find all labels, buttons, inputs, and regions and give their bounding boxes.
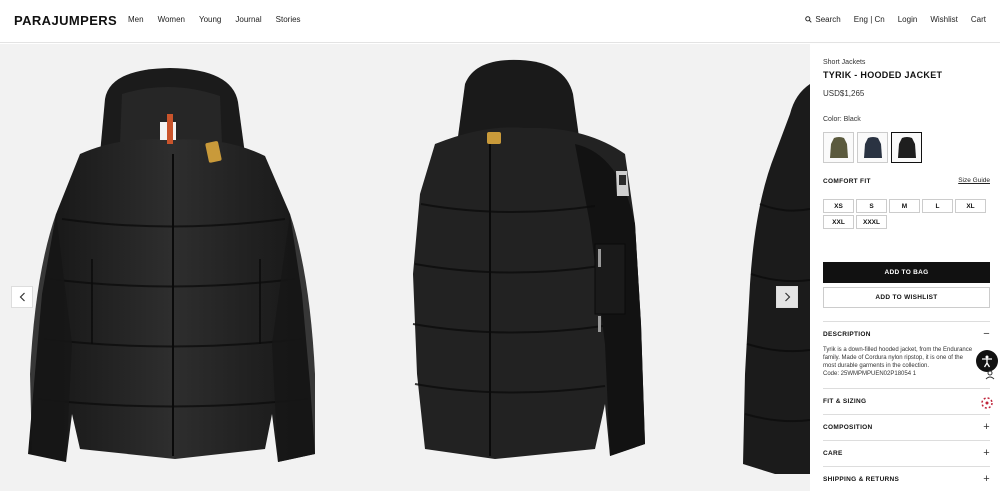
- accordion-care-header[interactable]: CARE +: [823, 441, 990, 465]
- color-label: Color: Black: [823, 116, 861, 123]
- search-icon: [805, 16, 813, 23]
- brand-logo[interactable]: PARAJUMPERS: [14, 13, 117, 28]
- chevron-right-icon: [784, 292, 790, 302]
- add-to-wishlist-button[interactable]: ADD TO WISHLIST: [823, 287, 990, 308]
- product-code: Code: 25WMPMPUEN02P18054 1: [823, 371, 917, 377]
- swatch-black[interactable]: [891, 132, 922, 163]
- accordion-care-label: CARE: [823, 449, 843, 457]
- accordion-fit-sizing: FIT & SIZING +: [823, 388, 990, 413]
- accordion-composition: COMPOSITION +: [823, 414, 990, 439]
- gallery-prev-button[interactable]: [11, 286, 33, 308]
- accordion-fit-label: FIT & SIZING: [823, 397, 867, 405]
- user-icon: [985, 370, 995, 380]
- accordion-description: DESCRIPTION − Tyrik is a down-filled hoo…: [823, 321, 990, 384]
- language-switcher[interactable]: Eng | Cn: [854, 15, 885, 24]
- size-guide-link[interactable]: Size Guide: [958, 177, 990, 184]
- nav-item-women[interactable]: Women: [158, 15, 185, 24]
- product-description: Tyrik is a down-filled hooded jacket, fr…: [823, 346, 990, 384]
- collapse-icon: −: [983, 328, 990, 340]
- login-link[interactable]: Login: [898, 15, 918, 24]
- expand-icon: +: [983, 421, 990, 433]
- size-option-xxxl[interactable]: XXXL: [856, 215, 887, 229]
- accessibility-icon: [982, 355, 992, 368]
- nav-item-young[interactable]: Young: [199, 15, 221, 24]
- nav-item-men[interactable]: Men: [128, 15, 144, 24]
- size-option-l[interactable]: L: [922, 199, 953, 213]
- search-button[interactable]: Search: [805, 15, 841, 24]
- fit-label: COMFORT FIT: [823, 178, 871, 185]
- product-title: TYRIK - HOODED JACKET: [823, 70, 943, 80]
- expand-icon: +: [983, 473, 990, 485]
- add-to-bag-button[interactable]: ADD TO BAG: [823, 262, 990, 283]
- color-swatches: [823, 132, 925, 163]
- description-text: Tyrik is a down-filled hooded jacket, fr…: [823, 347, 973, 369]
- size-selector: XS S M L XL XXL XXXL: [823, 199, 991, 231]
- product-image-front: [10, 44, 340, 491]
- cookie-widget-button[interactable]: [976, 392, 998, 414]
- cart-link[interactable]: Cart: [971, 15, 986, 24]
- swatch-navy[interactable]: [857, 132, 888, 163]
- search-label: Search: [815, 15, 841, 24]
- size-option-xs[interactable]: XS: [823, 199, 854, 213]
- accordion-fit-header[interactable]: FIT & SIZING +: [823, 389, 990, 413]
- nav-item-journal[interactable]: Journal: [235, 15, 261, 24]
- product-price: USD$1,265: [823, 89, 865, 98]
- main-nav: Men Women Young Journal Stories: [128, 15, 315, 24]
- accordion-shipping: SHIPPING & RETURNS +: [823, 466, 990, 491]
- cookie-icon: [981, 397, 993, 409]
- accordion-description-header[interactable]: DESCRIPTION −: [823, 322, 990, 346]
- accordion-description-label: DESCRIPTION: [823, 330, 871, 338]
- expand-icon: +: [983, 447, 990, 459]
- accordion-shipping-label: SHIPPING & RETURNS: [823, 475, 900, 483]
- size-option-xl[interactable]: XL: [955, 199, 986, 213]
- product-image-partial: [735, 44, 810, 491]
- gallery-next-button[interactable]: [776, 286, 798, 308]
- jacket-thumbnail: [897, 136, 916, 158]
- user-widget-button[interactable]: [983, 368, 997, 382]
- utility-nav: Search Eng | Cn Login Wishlist Cart: [805, 15, 986, 24]
- size-option-m[interactable]: M: [889, 199, 920, 213]
- product-image-side: [395, 44, 665, 491]
- swatch-olive[interactable]: [823, 132, 854, 163]
- product-gallery: [0, 44, 810, 491]
- size-option-xxl[interactable]: XXL: [823, 215, 854, 229]
- chevron-left-icon: [19, 292, 25, 302]
- jacket-thumbnail: [863, 136, 882, 158]
- nav-item-stories[interactable]: Stories: [276, 15, 301, 24]
- accordion-composition-header[interactable]: COMPOSITION +: [823, 415, 990, 439]
- accordion-composition-label: COMPOSITION: [823, 423, 873, 431]
- size-option-s[interactable]: S: [856, 199, 887, 213]
- accordion-care: CARE +: [823, 440, 990, 465]
- product-category[interactable]: Short Jackets: [823, 59, 865, 66]
- accordion-shipping-header[interactable]: SHIPPING & RETURNS +: [823, 467, 990, 491]
- wishlist-link[interactable]: Wishlist: [930, 15, 958, 24]
- site-header: PARAJUMPERS Men Women Young Journal Stor…: [0, 0, 1000, 43]
- product-panel: Short Jackets TYRIK - HOODED JACKET USD$…: [810, 44, 1000, 491]
- jacket-thumbnail: [829, 136, 848, 158]
